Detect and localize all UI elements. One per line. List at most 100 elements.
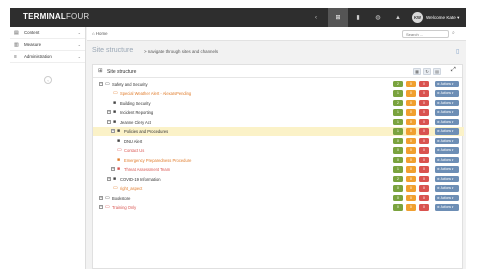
bookmark-page-icon[interactable]: ▯ bbox=[456, 48, 459, 55]
actions-dropdown-button[interactable]: ⚙ Actions ▾ bbox=[435, 90, 459, 97]
view-toggle-button[interactable]: ▤ bbox=[433, 68, 441, 75]
published-count-badge[interactable]: 0 bbox=[393, 137, 403, 144]
published-count-badge[interactable]: 0 bbox=[393, 156, 403, 163]
inactive-count-badge[interactable]: 0 bbox=[419, 99, 429, 106]
tree-row[interactable]: − ▭ Training Only 0 0 0 ⚙ Actions ▾ bbox=[93, 203, 464, 213]
pending-count-badge[interactable]: 0 bbox=[406, 99, 416, 106]
tree-row-label[interactable]: Special Weather Alert - AlexaIsPending bbox=[120, 91, 191, 96]
tree-row-label[interactable]: Incident Reporting bbox=[120, 110, 153, 115]
tree-row-label[interactable]: right_aspect bbox=[120, 186, 142, 191]
published-count-badge[interactable]: 1 bbox=[393, 90, 403, 97]
actions-dropdown-button[interactable]: ⚙ Actions ▾ bbox=[435, 185, 459, 192]
tree-row-label[interactable]: Threat Assessment Team bbox=[124, 167, 170, 172]
globe-icon[interactable]: ◍ bbox=[368, 8, 388, 27]
pending-count-badge[interactable]: 0 bbox=[406, 147, 416, 154]
inactive-count-badge[interactable]: 0 bbox=[419, 175, 429, 182]
tree-row[interactable]: + ■ Incident Reporting 1 0 0 ⚙ Actions ▾ bbox=[93, 108, 464, 118]
pending-count-badge[interactable]: 0 bbox=[406, 128, 416, 135]
pending-count-badge[interactable]: 0 bbox=[406, 118, 416, 125]
expand-node-icon[interactable]: + bbox=[99, 195, 103, 200]
avatar[interactable]: KW bbox=[412, 12, 423, 23]
collapse-node-icon[interactable]: − bbox=[99, 205, 103, 209]
tree-row-label[interactable]: Training Only bbox=[112, 205, 136, 210]
search-icon[interactable]: ⌕ bbox=[452, 30, 455, 36]
actions-dropdown-button[interactable]: ⚙ Actions ▾ bbox=[435, 194, 459, 201]
user-menu[interactable]: KW Welcome Kate ▾ bbox=[412, 12, 459, 23]
expand-node-icon[interactable]: + bbox=[107, 110, 111, 114]
tree-row-label[interactable]: Safety and Security bbox=[112, 82, 148, 87]
published-count-badge[interactable]: 0 bbox=[393, 204, 403, 211]
tree-row[interactable]: ■ Building Security 2 0 0 ⚙ Actions ▾ bbox=[93, 98, 464, 108]
published-count-badge[interactable]: 2 bbox=[393, 99, 403, 106]
expand-node-icon[interactable]: + bbox=[111, 167, 115, 171]
sidebar-item-administration[interactable]: ≡ Administration ⌄ bbox=[10, 51, 85, 63]
actions-dropdown-button[interactable]: ⚙ Actions ▾ bbox=[435, 175, 459, 182]
inactive-count-badge[interactable]: 0 bbox=[419, 90, 429, 97]
expand-node-icon[interactable]: + bbox=[111, 129, 115, 133]
pending-count-badge[interactable]: 0 bbox=[406, 204, 416, 211]
tree-row-label[interactable]: Contact Us bbox=[124, 148, 144, 153]
inactive-count-badge[interactable]: 0 bbox=[419, 109, 429, 116]
inactive-count-badge[interactable]: 0 bbox=[419, 128, 429, 135]
tree-row-label[interactable]: COVID-19 Information bbox=[120, 177, 161, 182]
published-count-badge[interactable]: 1 bbox=[393, 118, 403, 125]
published-count-badge[interactable]: 0 bbox=[393, 147, 403, 154]
pending-count-badge[interactable]: 0 bbox=[406, 185, 416, 192]
expand-icon[interactable]: ⤢ bbox=[451, 67, 456, 74]
inactive-count-badge[interactable]: 0 bbox=[419, 194, 429, 201]
graduation-icon[interactable]: ▲ bbox=[388, 8, 408, 27]
collapse-node-icon[interactable]: − bbox=[99, 81, 103, 86]
pending-count-badge[interactable]: 0 bbox=[406, 175, 416, 182]
tree-row[interactable]: − ■ Jeanne Clery Act 1 0 0 ⚙ Actions ▾ bbox=[93, 117, 464, 127]
inactive-count-badge[interactable]: 0 bbox=[419, 80, 429, 87]
sitemap-icon[interactable]: ⊞ bbox=[328, 8, 348, 27]
pending-count-badge[interactable]: 0 bbox=[406, 194, 416, 201]
actions-dropdown-button[interactable]: ⚙ Actions ▾ bbox=[435, 128, 459, 135]
tree-row[interactable]: + ▭ Bookstore 0 0 0 ⚙ Actions ▾ bbox=[93, 193, 464, 203]
tree-row[interactable]: + ■ Threat Assessment Team 1 0 0 ⚙ Actions ▾ bbox=[93, 165, 464, 175]
collapse-node-icon[interactable]: − bbox=[107, 119, 111, 124]
chevron-icon[interactable]: ‹ bbox=[306, 8, 326, 27]
actions-dropdown-button[interactable]: ⚙ Actions ▾ bbox=[435, 156, 459, 163]
tree-row[interactable]: − ▭ Safety and Security 2 0 0 ⚙ Actions ▾ bbox=[93, 79, 464, 89]
inactive-count-badge[interactable]: 0 bbox=[419, 147, 429, 154]
inactive-count-badge[interactable]: 0 bbox=[419, 156, 429, 163]
expand-node-icon[interactable]: + bbox=[107, 176, 111, 181]
published-count-badge[interactable]: 2 bbox=[393, 175, 403, 182]
filter-button[interactable]: ▦ bbox=[413, 68, 421, 75]
inactive-count-badge[interactable]: 0 bbox=[419, 166, 429, 173]
tree-row[interactable]: ■ DNU Alert 0 0 0 ⚙ Actions ▾ bbox=[93, 136, 464, 146]
published-count-badge[interactable]: 1 bbox=[393, 128, 403, 135]
user-welcome-label[interactable]: Welcome Kate ▾ bbox=[426, 15, 459, 21]
tree-row[interactable]: ■ Emergency Preparedness Procedure 0 0 0 ⚙ Ac… bbox=[93, 155, 464, 165]
sidebar-collapse-button[interactable]: ‹ bbox=[44, 76, 52, 84]
actions-dropdown-button[interactable]: ⚙ Actions ▾ bbox=[435, 99, 459, 106]
tree-row[interactable]: ▭ right_aspect 0 0 0 ⚙ Actions ▾ bbox=[93, 184, 464, 194]
actions-dropdown-button[interactable]: ⚙ Actions ▾ bbox=[435, 109, 459, 116]
tree-row[interactable]: ▭ Special Weather Alert - AlexaIsPending 1… bbox=[93, 89, 464, 99]
search-input[interactable] bbox=[402, 30, 449, 38]
inactive-count-badge[interactable]: 0 bbox=[419, 137, 429, 144]
published-count-badge[interactable]: 2 bbox=[393, 80, 403, 87]
refresh-button[interactable]: ↻ bbox=[423, 68, 431, 75]
tree-row[interactable]: + ■ COVID-19 Information 2 0 0 ⚙ Actions ▾ bbox=[93, 174, 464, 184]
tree-row-label[interactable]: Jeanne Clery Act bbox=[120, 120, 151, 125]
sidebar-item-content[interactable]: ▤ Content ⌄ bbox=[10, 27, 85, 39]
inactive-count-badge[interactable]: 0 bbox=[419, 204, 429, 211]
sidebar-item-measure[interactable]: ▥ Measure ⌄ bbox=[10, 39, 85, 51]
actions-dropdown-button[interactable]: ⚙ Actions ▾ bbox=[435, 204, 459, 211]
tree-row[interactable]: ▭ Contact Us 0 0 0 ⚙ Actions ▾ bbox=[93, 146, 464, 156]
pending-count-badge[interactable]: 0 bbox=[406, 109, 416, 116]
app-logo[interactable]: TERMINALFOUR bbox=[23, 12, 89, 21]
tree-row-label[interactable]: DNU Alert bbox=[124, 139, 142, 144]
tree-row-label[interactable]: Bookstore bbox=[112, 196, 130, 201]
actions-dropdown-button[interactable]: ⚙ Actions ▾ bbox=[435, 80, 459, 87]
pending-count-badge[interactable]: 0 bbox=[406, 166, 416, 173]
tree-row-label[interactable]: Policies and Procedures bbox=[124, 129, 168, 134]
tree-row[interactable]: + ■ Policies and Procedures 1 0 0 ⚙ Actions ▾ bbox=[93, 126, 464, 136]
inactive-count-badge[interactable]: 0 bbox=[419, 118, 429, 125]
published-count-badge[interactable]: 0 bbox=[393, 185, 403, 192]
published-count-badge[interactable]: 0 bbox=[393, 194, 403, 201]
breadcrumb-home[interactable]: ⌂ Home bbox=[92, 31, 108, 36]
published-count-badge[interactable]: 1 bbox=[393, 109, 403, 116]
